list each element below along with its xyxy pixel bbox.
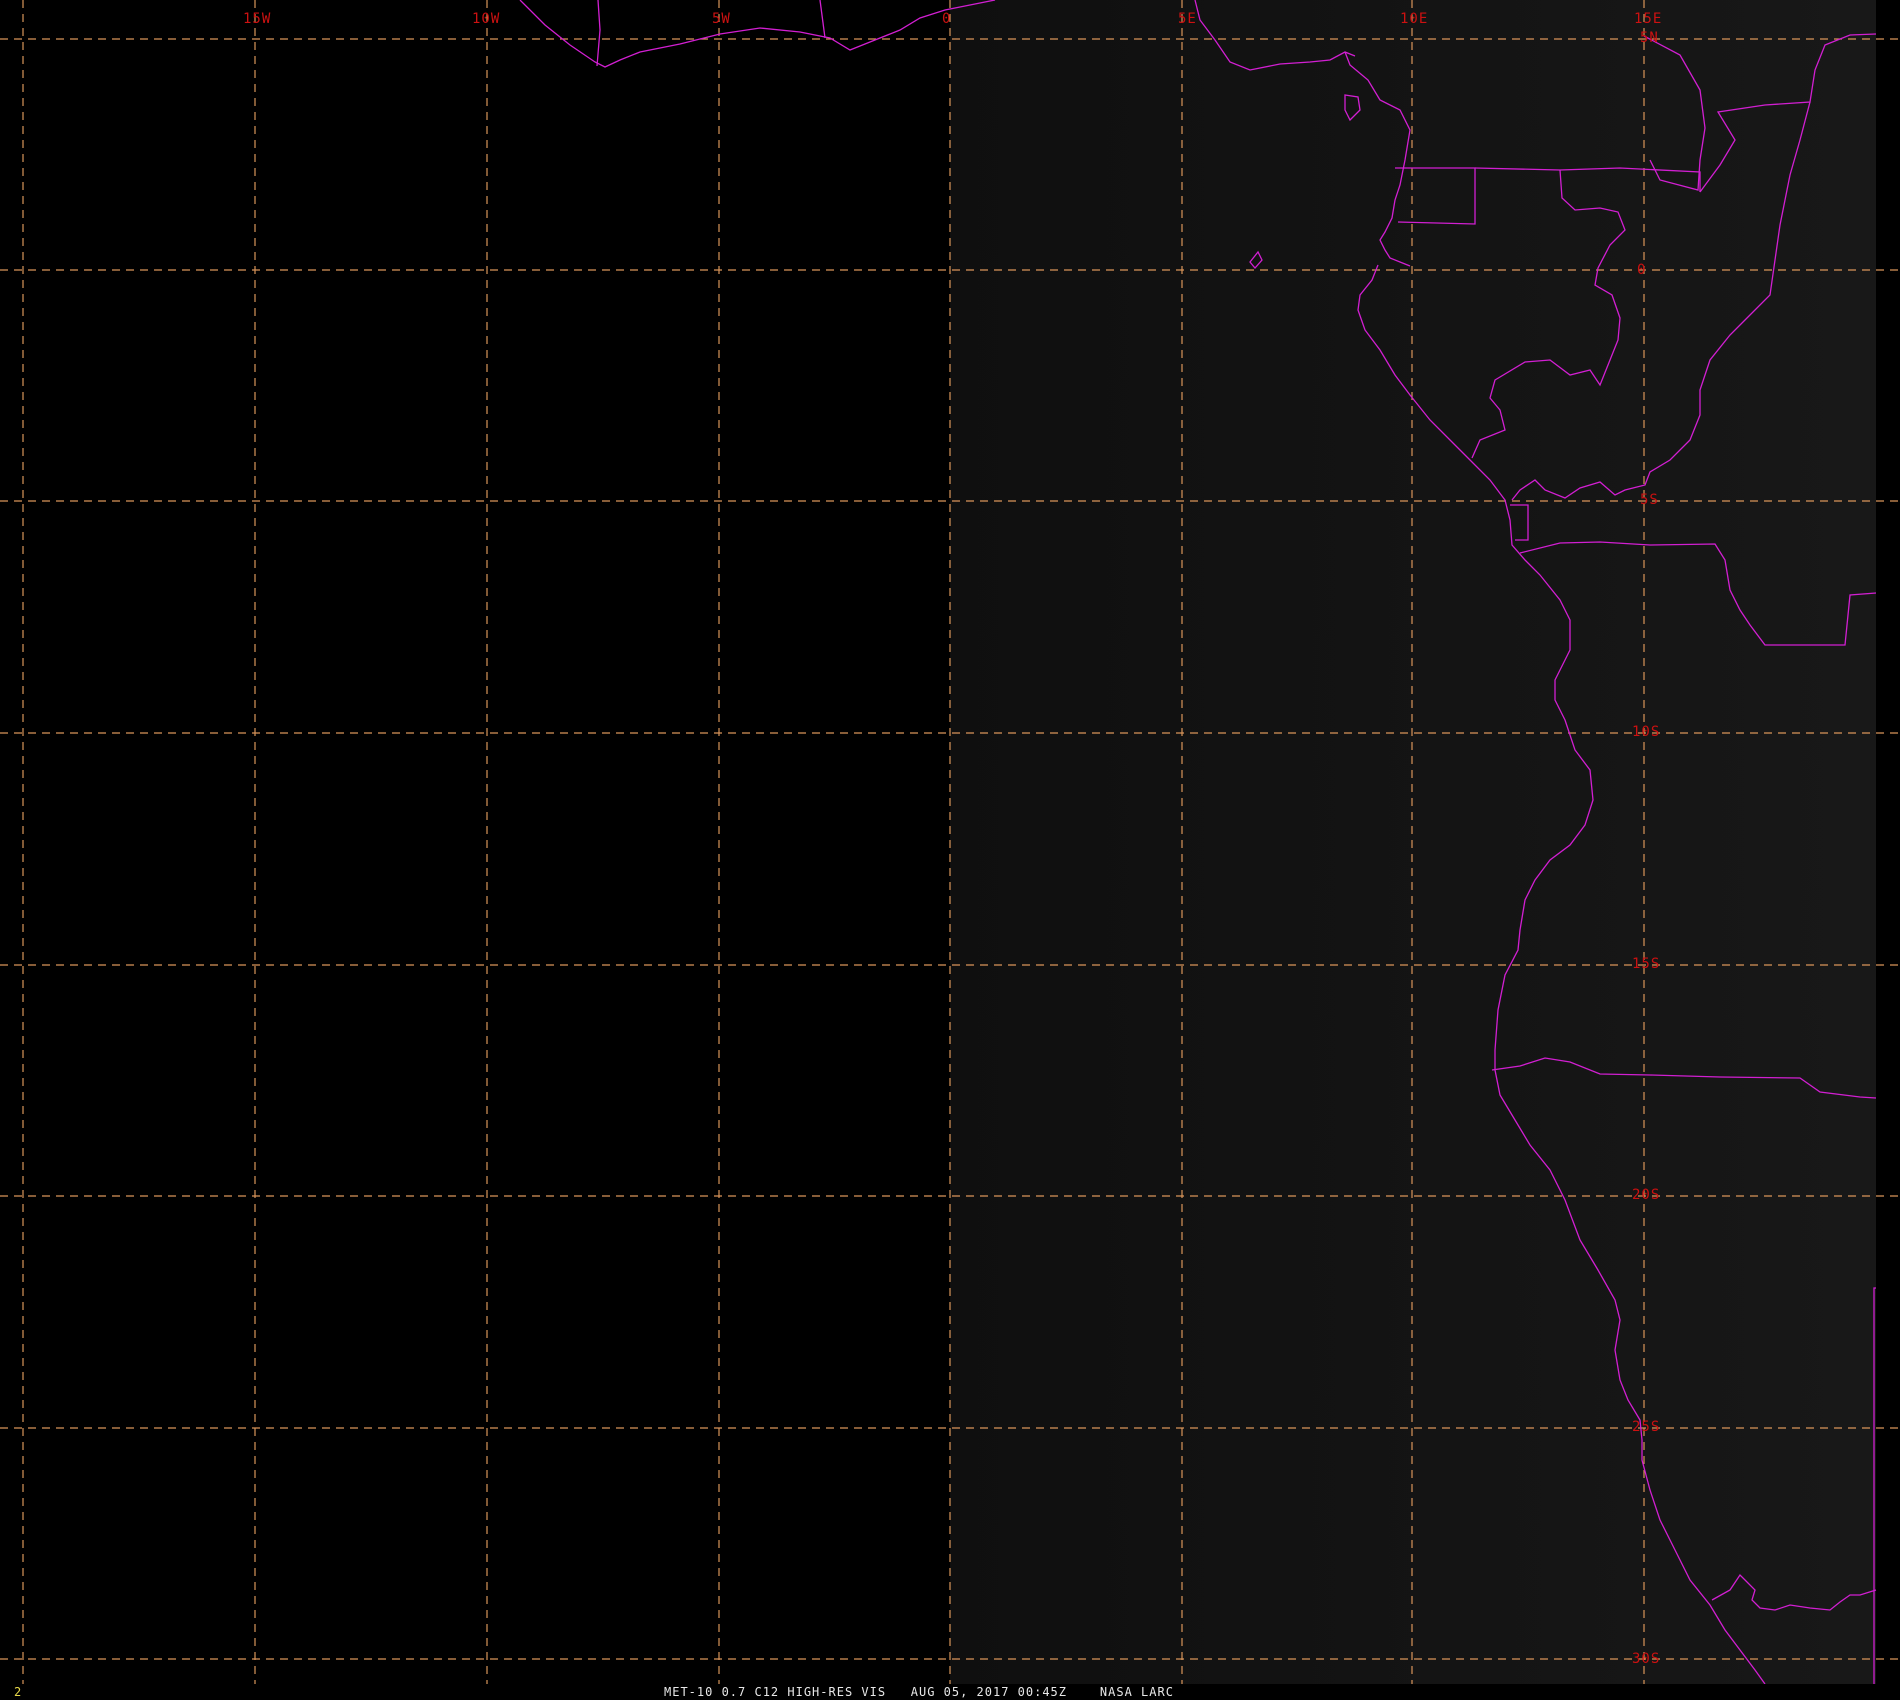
lat-label-30s: 30S: [1632, 1651, 1660, 1667]
image-swath: [950, 0, 1876, 1684]
lon-label-10w: 10W: [472, 11, 500, 27]
lon-label-15w: 15W: [243, 11, 271, 27]
lat-label-5s: 5S: [1640, 492, 1659, 508]
lon-label-0: 0: [942, 11, 951, 27]
lon-label-15e: 15E: [1634, 11, 1662, 27]
lat-label-25s: 25S: [1632, 1419, 1660, 1435]
lat-label-5n: 5N: [1640, 30, 1659, 46]
frame-number: 2: [14, 1685, 22, 1699]
image-caption-bar: 2 MET-10 0.7 C12 HIGH-RES VIS AUG 05, 20…: [0, 1684, 1900, 1700]
lon-label-10e: 10E: [1400, 11, 1428, 27]
map-canvas: 15W 10W 5W 0 5E 10E 15E 5N 0 5S 10S 15S …: [0, 0, 1900, 1684]
lat-label-15s: 15S: [1632, 956, 1660, 972]
lat-label-20s: 20S: [1632, 1187, 1660, 1203]
image-status-line: MET-10 0.7 C12 HIGH-RES VIS AUG 05, 2017…: [664, 1685, 1174, 1699]
satellite-map-viewer: 15W 10W 5W 0 5E 10E 15E 5N 0 5S 10S 15S …: [0, 0, 1900, 1700]
lon-label-5w: 5W: [712, 11, 731, 27]
lon-label-5e: 5E: [1178, 11, 1197, 27]
lat-label-10s: 10S: [1632, 724, 1660, 740]
lat-label-0: 0: [1637, 262, 1646, 278]
